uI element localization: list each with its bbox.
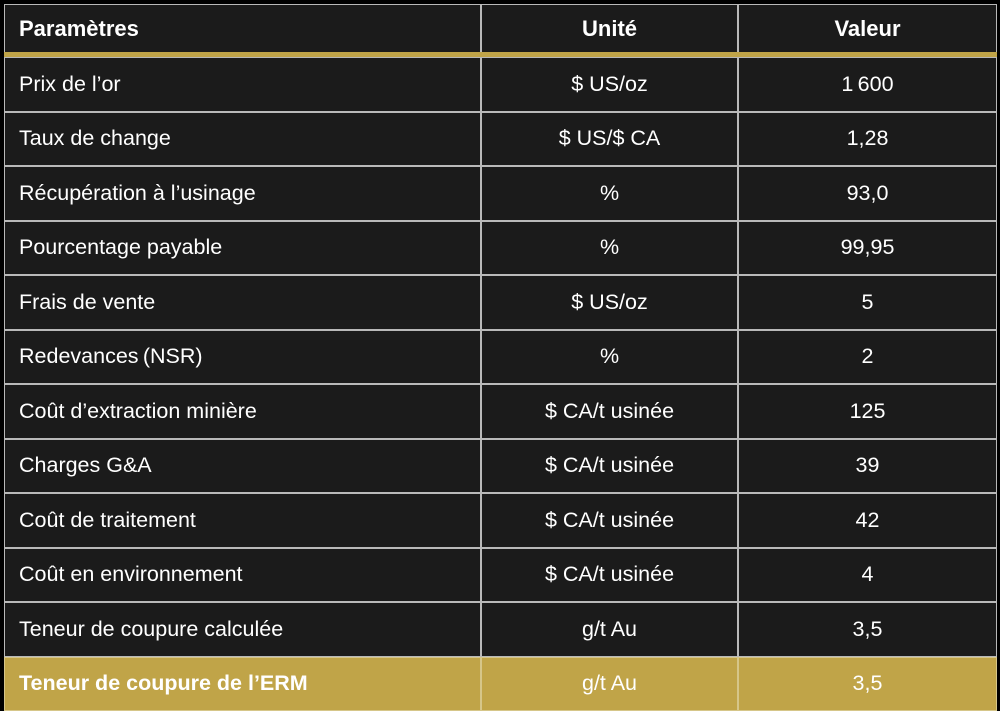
table-row: Teneur de coupure calculéeg/t Au3,5 (4, 602, 997, 657)
cell-parametre: Teneur de coupure calculée (4, 602, 481, 657)
column-header-unite: Unité (481, 4, 738, 52)
table-row: Prix de l’or$ US/oz1 600 (4, 57, 997, 112)
table-row: Pourcentage payable%99,95 (4, 221, 997, 276)
cell-valeur: 99,95 (738, 221, 997, 276)
cell-unite: g/t Au (481, 602, 738, 657)
table-row: Coût d’extraction minière$ CA/t usinée12… (4, 384, 997, 439)
parameters-table: Paramètres Unité Valeur Prix de l’or$ US… (4, 4, 997, 711)
cell-parametre: Coût d’extraction minière (4, 384, 481, 439)
cell-unite: $ CA/t usinée (481, 439, 738, 494)
table-row: Taux de change$ US/$ CA1,28 (4, 112, 997, 167)
table-row: Redevances (NSR)%2 (4, 330, 997, 385)
cell-parametre: Pourcentage payable (4, 221, 481, 276)
table-row: Coût en environnement$ CA/t usinée4 (4, 548, 997, 603)
cell-unite: $ US/$ CA (481, 112, 738, 167)
cell-valeur: 3,5 (738, 657, 997, 711)
parameters-table-container: Paramètres Unité Valeur Prix de l’or$ US… (4, 4, 997, 691)
cell-valeur: 93,0 (738, 166, 997, 221)
cell-parametre: Coût de traitement (4, 493, 481, 548)
cell-parametre: Récupération à l’usinage (4, 166, 481, 221)
cell-valeur: 1 600 (738, 57, 997, 112)
cell-unite: % (481, 330, 738, 385)
cell-parametre: Taux de change (4, 112, 481, 167)
cell-unite: % (481, 221, 738, 276)
cell-parametre: Coût en environnement (4, 548, 481, 603)
column-header-parametres: Paramètres (4, 4, 481, 52)
cell-valeur: 4 (738, 548, 997, 603)
header-row: Paramètres Unité Valeur (4, 4, 997, 52)
cell-parametre: Prix de l’or (4, 57, 481, 112)
cell-valeur: 3,5 (738, 602, 997, 657)
cell-valeur: 42 (738, 493, 997, 548)
cell-unite: $ US/oz (481, 275, 738, 330)
cell-unite: g/t Au (481, 657, 738, 711)
cell-parametre: Redevances (NSR) (4, 330, 481, 385)
column-header-valeur: Valeur (738, 4, 997, 52)
cell-unite: $ US/oz (481, 57, 738, 112)
table-row: Coût de traitement$ CA/t usinée42 (4, 493, 997, 548)
table-row: Récupération à l’usinage%93,0 (4, 166, 997, 221)
cell-parametre: Teneur de coupure de l’ERM (4, 657, 481, 711)
table-row: Teneur de coupure de l’ERMg/t Au3,5 (4, 657, 997, 711)
table-row: Charges G&A$ CA/t usinée39 (4, 439, 997, 494)
cell-unite: $ CA/t usinée (481, 493, 738, 548)
cell-valeur: 1,28 (738, 112, 997, 167)
cell-valeur: 5 (738, 275, 997, 330)
table-body: Prix de l’or$ US/oz1 600Taux de change$ … (4, 52, 997, 711)
cell-parametre: Charges G&A (4, 439, 481, 494)
cell-unite: $ CA/t usinée (481, 384, 738, 439)
cell-unite: $ CA/t usinée (481, 548, 738, 603)
table-header: Paramètres Unité Valeur (4, 4, 997, 52)
cell-valeur: 39 (738, 439, 997, 494)
cell-valeur: 2 (738, 330, 997, 385)
cell-parametre: Frais de vente (4, 275, 481, 330)
cell-unite: % (481, 166, 738, 221)
table-row: Frais de vente$ US/oz5 (4, 275, 997, 330)
cell-valeur: 125 (738, 384, 997, 439)
